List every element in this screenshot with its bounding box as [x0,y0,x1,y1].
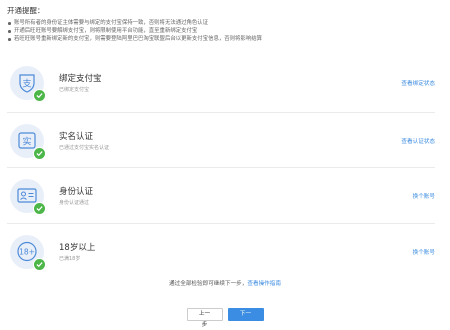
row-subtitle: 已满18岁 [59,256,81,262]
id-card-icon [10,179,46,215]
verification-list: 支 绑定支付宝 已绑定支付宝 查看绑定状态 实 实名认证 已通过支付宝实名认证 … [7,55,435,276]
alipay-icon: 支 [10,66,46,102]
view-verification-status-link[interactable]: 查看认证状态 [401,137,435,145]
check-icon [33,89,46,102]
verification-row-identity: 身份认证 身份认证通过 换个账号 [7,168,435,224]
row-subtitle: 已绑定支付宝 [59,87,90,93]
check-icon [33,258,46,271]
row-title: 实名认证 [59,132,94,142]
check-icon [33,147,46,160]
check-icon [33,202,46,215]
row-title: 18岁以上 [59,243,96,253]
next-step-button[interactable]: 下一步 [227,308,264,328]
notice-item: 若旺旺账号重新绑定新的支付宝，则需要登陆阿里巴巴淘宝联盟后台以更新支付宝信息，否… [7,35,443,43]
notice-item: 开通后旺旺账号要解绑支付宝，则将限制使用平台功能，直至重新绑定支付宝 [7,27,443,35]
notice-item: 账号所有者的身份证主体需要与绑定的支付宝保持一致，否则将无法通过角色认证 [7,19,443,27]
previous-step-button[interactable]: 上一步 [186,308,223,328]
footer-hint-text: 通过全部检验即可继续下一步， [169,281,248,287]
row-title: 身份认证 [59,187,94,197]
verification-row-real-name: 实 实名认证 已通过支付宝实名认证 查看认证状态 [7,113,435,168]
switch-account-link[interactable]: 换个账号 [413,248,435,256]
notice-title: 开通提醒： [7,6,45,15]
svg-text:实: 实 [22,136,31,148]
row-subtitle: 已通过支付宝实名认证 [59,145,110,151]
switch-account-link[interactable]: 换个账号 [413,192,435,200]
real-name-icon: 实 [10,124,46,160]
row-subtitle: 身份认证通过 [59,200,90,206]
svg-text:支: 支 [22,78,31,90]
notice-list: 账号所有者的身份证主体需要与绑定的支付宝保持一致，否则将无法通过角色认证 开通后… [7,19,443,43]
notice-panel: 开通提醒： 账号所有者的身份证主体需要与绑定的支付宝保持一致，否则将无法通过角色… [7,6,443,43]
footer-hint: 通过全部检验即可继续下一步，查看操作指南 [0,279,450,287]
age-18-icon: 18+ [10,235,46,271]
row-title: 绑定支付宝 [59,74,102,84]
verification-row-alipay: 支 绑定支付宝 已绑定支付宝 查看绑定状态 [7,55,435,113]
view-guide-link[interactable]: 查看操作指南 [247,281,281,287]
view-binding-status-link[interactable]: 查看绑定状态 [401,79,435,87]
step-buttons: 上一步 下一步 [0,308,450,328]
verification-row-age: 18+ 18岁以上 已满18岁 换个账号 [7,224,435,276]
svg-text:18+: 18+ [19,248,35,257]
